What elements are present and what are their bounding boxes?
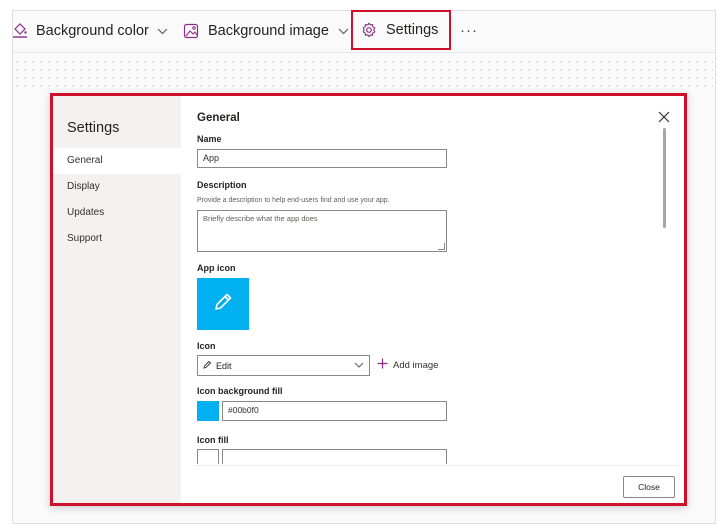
icon-fill-field[interactable]: [222, 449, 447, 464]
image-icon: [183, 23, 199, 39]
gear-icon: [361, 22, 377, 38]
chevron-down-icon: [338, 23, 349, 39]
icon-dropdown-value: Edit: [216, 360, 232, 371]
canvas-grid: [13, 58, 713, 88]
settings-dialog: Settings General Display Updates Support…: [50, 93, 687, 506]
nav-item-support[interactable]: Support: [53, 226, 181, 252]
background-image-button[interactable]: Background image: [183, 19, 349, 43]
footer-divider: [195, 465, 679, 466]
background-color-label: Background color: [36, 23, 149, 39]
icon-background-fill-label: Icon background fill: [197, 386, 283, 396]
name-label: Name: [197, 134, 222, 144]
toolbar-divider: [13, 52, 714, 53]
icon-label: Icon: [197, 341, 216, 351]
settings-button[interactable]: Settings: [351, 10, 451, 50]
pencil-icon: [212, 291, 234, 318]
add-image-button[interactable]: Add image: [377, 358, 438, 372]
nav-title: Settings: [67, 120, 120, 136]
description-label: Description: [197, 180, 247, 190]
icon-fill-label: Icon fill: [197, 435, 229, 445]
chevron-down-icon: [354, 361, 364, 371]
settings-nav: Settings General Display Updates Support: [53, 96, 181, 503]
add-image-label: Add image: [393, 359, 439, 371]
nav-item-updates[interactable]: Updates: [53, 200, 181, 226]
scrollbar[interactable]: [663, 128, 666, 228]
pencil-icon: [203, 360, 212, 371]
close-button[interactable]: Close: [623, 476, 675, 498]
app-icon-preview[interactable]: [197, 278, 249, 330]
settings-label: Settings: [386, 22, 439, 38]
background-color-button[interactable]: Background color: [12, 19, 168, 43]
icon-background-color-swatch[interactable]: [197, 401, 219, 421]
plus-icon: [377, 358, 388, 372]
description-field[interactable]: Briefly describe what the app does: [197, 210, 447, 252]
nav-item-general[interactable]: General: [53, 148, 181, 174]
description-help: Provide a description to help end-users …: [197, 197, 390, 204]
paint-bucket-icon: [12, 23, 28, 39]
more-options-button[interactable]: ···: [460, 18, 478, 42]
name-field[interactable]: App: [197, 149, 447, 168]
background-image-label: Background image: [208, 23, 329, 39]
icon-dropdown[interactable]: Edit: [197, 355, 370, 376]
resize-handle-icon[interactable]: [438, 243, 445, 250]
icon-fill-color-swatch[interactable]: [197, 449, 219, 464]
settings-content: General Name App Description Provide a d…: [181, 96, 684, 464]
close-icon[interactable]: [658, 110, 670, 128]
app-icon-label: App icon: [197, 263, 236, 273]
section-title: General: [197, 112, 240, 124]
icon-background-fill-field[interactable]: #00b0f0: [222, 401, 447, 421]
description-placeholder: Briefly describe what the app does: [203, 214, 318, 223]
toolbar: Background color Background image Settin…: [0, 10, 718, 54]
chevron-down-icon: [157, 23, 168, 39]
nav-item-display[interactable]: Display: [53, 174, 181, 200]
